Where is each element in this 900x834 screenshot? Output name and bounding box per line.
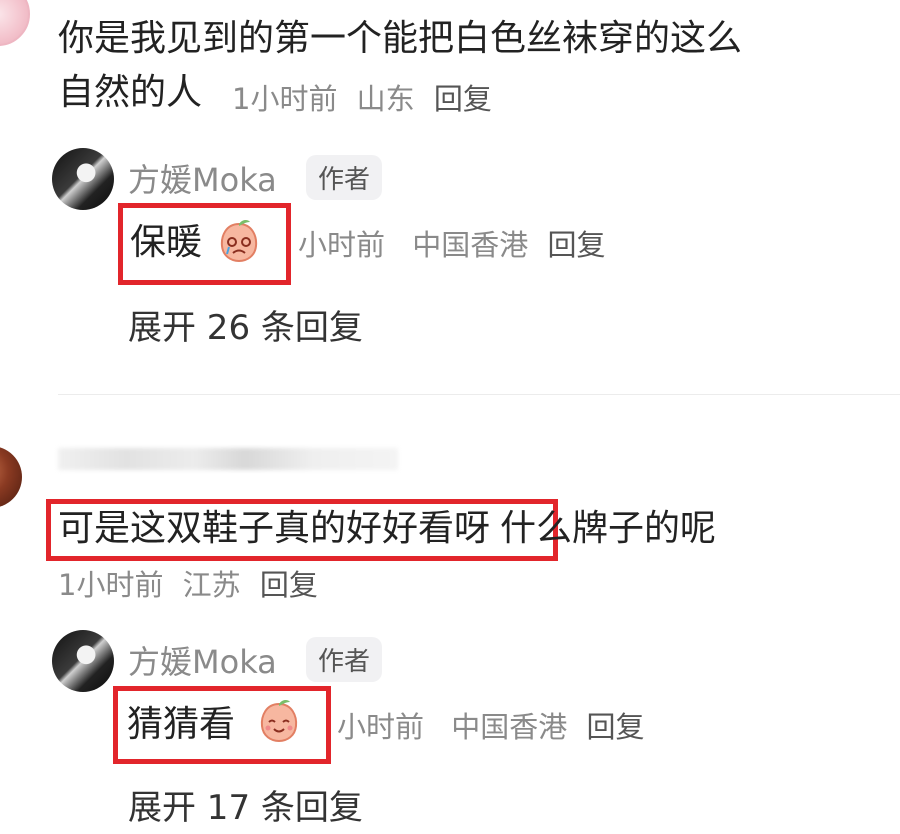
author-avatar[interactable] <box>52 148 114 210</box>
reply-meta: 小时前 中国香港 回复 <box>298 222 605 264</box>
author-avatar[interactable] <box>52 630 114 692</box>
reply-text: 保暖 <box>130 222 203 263</box>
reply-link[interactable]: 回复 <box>586 710 644 744</box>
reply-text: 猜猜看 <box>127 704 236 745</box>
commenter-avatar[interactable] <box>0 446 22 508</box>
comment-time: 1小时前 <box>58 568 164 602</box>
reply-location: 中国香港 <box>412 228 529 262</box>
reply-time: 小时前 <box>298 228 386 262</box>
comment-text-line2: 自然的人 <box>58 72 203 113</box>
divider <box>58 394 900 395</box>
author-name[interactable]: 方媛Moka <box>128 637 277 683</box>
commenter-avatar[interactable] <box>0 0 30 46</box>
comment-location: 江苏 <box>182 568 241 602</box>
comment-meta: 1小时前 江苏 回复 <box>58 562 318 604</box>
reply-link[interactable]: 回复 <box>547 228 605 262</box>
reply-meta: 小时前 中国香港 回复 <box>337 704 644 746</box>
peach-cry-emoji-icon <box>220 219 258 263</box>
comment-text-rest: 什么牌子的呢 <box>500 508 717 549</box>
comment-text-highlighted: 可是这双鞋子真的好好看呀 <box>58 508 491 549</box>
comment-meta: 1小时前 山东 回复 <box>232 76 492 118</box>
expand-replies-button[interactable]: 展开 17 条回复 <box>128 780 363 829</box>
reply-time: 小时前 <box>337 710 425 744</box>
reply-link[interactable]: 回复 <box>260 568 318 602</box>
comment-time: 1小时前 <box>232 82 338 116</box>
reply-link[interactable]: 回复 <box>434 82 492 116</box>
author-badge: 作者 <box>306 155 383 200</box>
author-badge: 作者 <box>306 637 383 682</box>
comment-text: 可是这双鞋子真的好好看呀 什么牌子的呢 <box>58 504 716 554</box>
reply-location: 中国香港 <box>451 710 568 744</box>
comment-location: 山东 <box>356 82 415 116</box>
expand-replies-button[interactable]: 展开 26 条回复 <box>128 300 363 349</box>
peach-smile-emoji-icon <box>260 699 298 743</box>
blurred-username <box>58 448 398 470</box>
comment-text-line1: 你是我见到的第一个能把白色丝袜穿的这么 <box>58 18 743 59</box>
author-name[interactable]: 方媛Moka <box>128 155 277 201</box>
